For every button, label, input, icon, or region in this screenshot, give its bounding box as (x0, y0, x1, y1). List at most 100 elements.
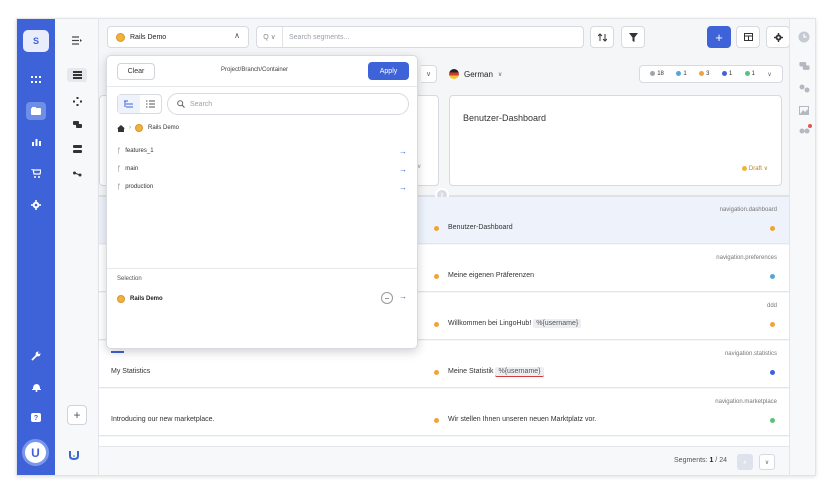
settings-button[interactable] (766, 26, 790, 48)
branch-icon: ᚴ (117, 183, 122, 191)
status-badge[interactable]: Draft ∨ (741, 165, 768, 172)
selection-indicator (111, 351, 124, 353)
breadcrumb-project[interactable]: Rails Demo (148, 125, 179, 131)
home-icon (117, 124, 125, 132)
german-flag-icon (449, 69, 459, 79)
apply-button[interactable]: Apply (368, 62, 409, 80)
status-count-item: 3 (699, 70, 709, 77)
settings-gear-icon[interactable] (26, 196, 46, 214)
apps-grid-icon[interactable] (26, 71, 46, 89)
segment-key: navigation.marketplace (715, 399, 777, 405)
target-card-text[interactable]: Benutzer-Dashboard (463, 113, 546, 123)
sort-button[interactable] (590, 26, 614, 48)
segment-search[interactable]: Q ∨ Search segments... (256, 26, 584, 48)
target-text: Wir stellen Ihnen unseren neuen Marktpla… (448, 416, 597, 423)
comments-icon[interactable] (797, 59, 811, 73)
previous-page-button[interactable]: ∧ (737, 454, 753, 470)
cart-icon[interactable] (26, 164, 46, 182)
target-text: Benutzer-Dashboard (448, 224, 513, 231)
status-dot (770, 370, 775, 375)
image-icon[interactable] (797, 103, 811, 117)
target-text: Meine Statistik %{username} (448, 367, 544, 377)
history-icon[interactable] (797, 30, 811, 44)
status-count-item: 1 (721, 70, 732, 77)
status-dot (434, 226, 439, 231)
search-mode-selector[interactable]: Q ∨ (257, 27, 283, 47)
chevron-down-icon: ∨ (767, 71, 772, 78)
bell-icon[interactable] (26, 378, 46, 396)
chevron-up-icon: ∧ (234, 31, 240, 40)
tree-view-icon[interactable] (118, 95, 140, 113)
branches-icon[interactable] (67, 167, 87, 181)
target-text: Meine eigenen Präferenzen (448, 272, 535, 279)
segment-row[interactable]: navigation.marketplace Introducing our n… (99, 389, 789, 436)
chevron-down-icon[interactable]: ∨ (421, 65, 437, 83)
alert-dot (808, 124, 812, 128)
chevron-down-icon: ∨ (497, 71, 503, 78)
segment-key: ddd (766, 303, 777, 309)
selection-label: Selection (117, 276, 142, 282)
project-avatar-icon (117, 295, 125, 303)
storage-icon[interactable] (67, 142, 87, 156)
status-counts[interactable]: 18 1 3 1 1 ∨ (639, 65, 783, 83)
status-count-item: 1 (676, 70, 687, 77)
layout-toggle-button[interactable] (736, 26, 760, 48)
collapse-menu-icon[interactable] (67, 33, 87, 47)
remove-selection-button[interactable]: − (381, 292, 393, 304)
target-card[interactable]: Benutzer-Dashboard Draft ∨ (449, 95, 782, 186)
arrow-right-icon[interactable]: → (399, 292, 407, 301)
segment-counter: Segments: 1 / 24 (674, 457, 727, 464)
branch-icon: ᚴ (117, 165, 122, 173)
selected-item: Rails Demo − → (117, 292, 409, 306)
svg-text:?: ? (34, 415, 38, 422)
clear-button[interactable]: Clear (117, 63, 155, 80)
placeholder-token: %{username} (533, 319, 582, 328)
segments-list-icon[interactable] (67, 68, 87, 82)
projects-icon[interactable] (26, 102, 46, 120)
project-selector[interactable]: Rails Demo ∧ (107, 26, 249, 48)
branch-item[interactable]: ᚴ features_1 → (117, 144, 409, 158)
search-icon (177, 100, 185, 108)
qa-checks-icon[interactable] (797, 123, 812, 137)
next-page-button[interactable]: ∨ (759, 454, 775, 470)
integrations-icon[interactable] (67, 94, 87, 108)
help-icon[interactable]: ? (26, 409, 46, 427)
status-dot (770, 418, 775, 423)
wrench-icon[interactable] (26, 347, 46, 365)
language-selector[interactable]: German ∨ (449, 65, 502, 83)
source-text: My Statistics (111, 368, 151, 375)
pagination-footer: Segments: 1 / 24 ∧ ∨ (99, 446, 789, 475)
project-avatar-icon (116, 32, 125, 42)
analytics-icon[interactable] (26, 133, 46, 151)
segment-key: navigation.preferences (716, 255, 777, 261)
list-view-icon[interactable] (140, 95, 162, 113)
status-dot (770, 226, 775, 231)
related-icon[interactable] (797, 81, 811, 95)
arrow-right-icon: → (399, 164, 407, 174)
divider (107, 268, 417, 269)
user-avatar[interactable]: U (22, 439, 49, 466)
dropdown-title: Project/Branch/Container (221, 67, 289, 73)
segment-key: navigation.statistics (724, 351, 777, 357)
filter-button[interactable] (621, 26, 645, 48)
project-branch-dropdown: Clear Project/Branch/Container Apply Sea… (106, 55, 418, 349)
arrow-right-icon: → (399, 182, 407, 192)
placeholder-token: %{username} (495, 367, 544, 377)
status-dot (770, 322, 775, 327)
segment-key: navigation.dashboard (719, 207, 777, 213)
status-count-item: 18 (650, 70, 664, 77)
add-project-button[interactable]: + (67, 405, 87, 425)
status-dot (434, 274, 439, 279)
add-segment-button[interactable]: + (707, 26, 731, 48)
branch-item[interactable]: ᚴ production → (117, 180, 409, 194)
dropdown-search-input[interactable]: Search (167, 93, 409, 115)
branch-item[interactable]: ᚴ main → (117, 162, 409, 176)
search-input[interactable]: Search segments... (289, 34, 349, 41)
toolbar: Rails Demo ∧ Q ∨ Search segments... + (99, 19, 790, 55)
language-label: German (464, 69, 493, 79)
workspace-badge[interactable]: S (23, 30, 49, 52)
arrow-right-icon: → (399, 146, 407, 156)
status-count-item: 1 (744, 70, 755, 77)
target-text: Willkommen bei LingoHub! %{username} (448, 319, 582, 328)
comments-icon[interactable] (67, 118, 87, 132)
